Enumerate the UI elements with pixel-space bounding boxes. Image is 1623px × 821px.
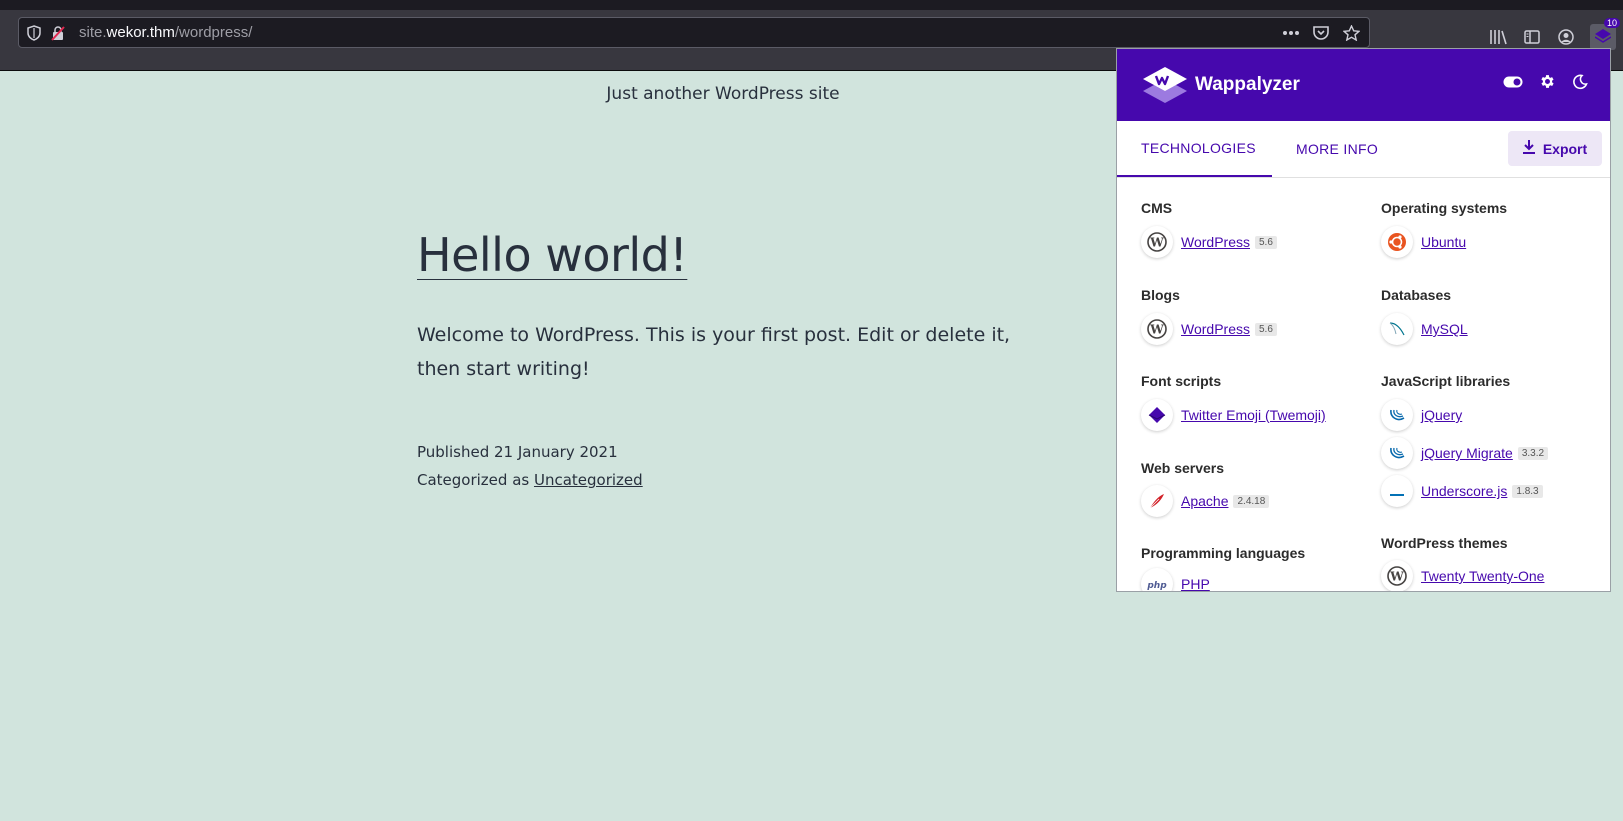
wappalyzer-extension-icon xyxy=(1594,28,1612,47)
insecure-lock-icon[interactable] xyxy=(49,24,67,42)
wordpress-icon: W xyxy=(1141,313,1173,345)
tech-link[interactable]: Twitter Emoji (Twemoji) xyxy=(1181,407,1326,423)
tech-link[interactable]: Ubuntu xyxy=(1421,234,1466,250)
download-icon xyxy=(1522,140,1535,157)
category-operating-systems: Operating systems xyxy=(1381,200,1508,216)
tech-item: W WordPress 5.6 xyxy=(1141,313,1277,345)
php-icon: php xyxy=(1141,568,1173,591)
tech-link[interactable]: WordPress xyxy=(1181,321,1250,337)
url-text[interactable]: site.wekor.thm/wordpress/ xyxy=(79,24,252,41)
wappalyzer-popup: Wappalyzer TECHNOLOGIES MORE INFO Export… xyxy=(1116,48,1611,592)
wappalyzer-header: Wappalyzer xyxy=(1117,49,1610,121)
underscore-icon xyxy=(1381,475,1413,507)
wappalyzer-extension-button[interactable]: 10 xyxy=(1590,18,1620,50)
wappalyzer-tabs: TECHNOLOGIES MORE INFO Export xyxy=(1117,121,1610,178)
tech-item: Apache 2.4.18 xyxy=(1141,485,1270,517)
dark-mode-moon-icon[interactable] xyxy=(1572,74,1588,95)
category-wordpress-themes: WordPress themes xyxy=(1381,535,1508,551)
tech-item: jQuery xyxy=(1381,399,1462,431)
tab-technologies[interactable]: TECHNOLOGIES xyxy=(1117,121,1272,177)
tech-item: Twitter Emoji (Twemoji) xyxy=(1141,399,1326,431)
tech-item: Ubuntu xyxy=(1381,226,1466,258)
tech-link[interactable]: MySQL xyxy=(1421,321,1468,337)
tech-item: jQuery Migrate 3.3.2 xyxy=(1381,437,1549,469)
shield-icon[interactable] xyxy=(25,24,43,42)
extension-count-badge: 10 xyxy=(1603,18,1620,28)
post-title-link[interactable]: Hello world! xyxy=(417,228,688,282)
pocket-icon[interactable] xyxy=(1311,23,1331,43)
sidebar-icon[interactable] xyxy=(1522,27,1542,47)
category-link[interactable]: Uncategorized xyxy=(534,471,643,489)
category-cms: CMS xyxy=(1141,200,1173,216)
ubuntu-icon xyxy=(1381,226,1413,258)
post-meta: Published 21 January 2021 Categorized as… xyxy=(417,438,643,494)
svg-text:W: W xyxy=(1389,570,1404,584)
svg-text:php: php xyxy=(1146,581,1167,590)
tech-link[interactable]: Apache xyxy=(1181,493,1228,509)
category-programming-languages: Programming languages xyxy=(1141,545,1306,561)
tech-link[interactable]: Twenty Twenty-One xyxy=(1421,568,1544,584)
wappalyzer-logo-icon xyxy=(1141,65,1189,105)
export-label: Export xyxy=(1542,140,1588,157)
url-path: /wordpress/ xyxy=(174,24,253,41)
tech-link[interactable]: Underscore.js xyxy=(1421,483,1507,499)
tech-version: 5.6 xyxy=(1254,235,1277,249)
apache-feather-icon xyxy=(1141,485,1173,517)
tech-item: Underscore.js 1.8.3 xyxy=(1381,475,1543,507)
category-javascript-libraries: JavaScript libraries xyxy=(1381,373,1511,389)
tech-version: 2.4.18 xyxy=(1233,494,1270,508)
url-prefix: site. xyxy=(79,24,107,41)
categorized-label: Categorized as xyxy=(417,471,534,489)
tech-item: W Twenty Twenty-One xyxy=(1381,560,1544,591)
svg-text:W: W xyxy=(1149,323,1164,337)
tech-item: MySQL xyxy=(1381,313,1468,345)
library-icon[interactable] xyxy=(1488,27,1508,47)
post-category-line: Categorized as Uncategorized xyxy=(417,466,643,494)
category-blogs: Blogs xyxy=(1141,287,1180,303)
settings-gear-icon[interactable] xyxy=(1539,73,1556,95)
twemoji-icon xyxy=(1141,399,1173,431)
tech-item: php PHP xyxy=(1141,568,1210,591)
window-top-strip xyxy=(0,0,1623,10)
tech-version: 1.8.3 xyxy=(1512,484,1543,498)
jquery-icon xyxy=(1381,399,1413,431)
tab-more-info[interactable]: MORE INFO xyxy=(1272,121,1402,177)
url-host: wekor.thm xyxy=(106,24,175,41)
wappalyzer-brand: Wappalyzer xyxy=(1195,74,1300,95)
wordpress-icon: W xyxy=(1141,226,1173,258)
tech-version: 5.6 xyxy=(1254,322,1277,336)
post-published-date: Published 21 January 2021 xyxy=(417,443,618,461)
tech-link[interactable]: PHP xyxy=(1181,576,1210,591)
tech-link[interactable]: jQuery xyxy=(1421,407,1462,423)
mysql-icon xyxy=(1381,313,1413,345)
page-actions-menu-icon[interactable] xyxy=(1281,23,1301,43)
tech-version: 3.3.2 xyxy=(1517,446,1549,460)
tech-link[interactable]: WordPress xyxy=(1181,234,1250,250)
category-font-scripts: Font scripts xyxy=(1141,373,1222,389)
category-databases: Databases xyxy=(1381,287,1452,303)
account-icon[interactable] xyxy=(1556,27,1576,47)
tech-link[interactable]: jQuery Migrate xyxy=(1421,445,1513,461)
category-web-servers: Web servers xyxy=(1141,460,1225,476)
bookmark-star-icon[interactable] xyxy=(1341,23,1361,43)
post-content: Welcome to WordPress. This is your first… xyxy=(417,324,1011,380)
export-button[interactable]: Export xyxy=(1508,131,1602,166)
svg-text:W: W xyxy=(1149,236,1164,250)
wordpress-icon: W xyxy=(1381,560,1413,591)
toggle-switch-icon[interactable] xyxy=(1503,75,1523,93)
tech-item: W WordPress 5.6 xyxy=(1141,226,1277,258)
jquery-icon xyxy=(1381,437,1413,469)
address-bar[interactable]: site.wekor.thm/wordpress/ xyxy=(18,17,1370,48)
